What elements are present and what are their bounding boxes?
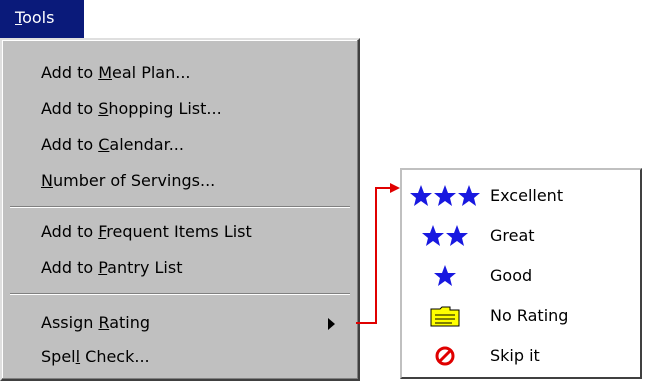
menu-separator <box>10 293 350 295</box>
menu-item-mnemonic: M <box>98 63 113 82</box>
rating-label: Good <box>490 266 533 285</box>
menu-item-text: ating <box>109 313 151 332</box>
arrowhead-icon <box>390 183 400 193</box>
menu-item-add-to-pantry-list[interactable]: Add to Pantry List <box>41 254 182 282</box>
three-stars-icon <box>410 180 480 212</box>
menu-item-text: Add to <box>41 258 99 277</box>
menu-item-add-to-meal-plan[interactable]: Add to Meal Plan... <box>41 59 191 87</box>
rating-option-skip-it[interactable]: Skip it <box>402 336 640 376</box>
menu-item-text: Add to <box>41 63 99 82</box>
tools-dropdown-menu: Add to Meal Plan... Add to Shopping List… <box>0 38 360 381</box>
no-entry-icon <box>410 340 480 372</box>
one-star-icon <box>410 260 480 292</box>
menu-tools[interactable]: Tools <box>0 0 84 38</box>
menu-item-text: Assign <box>41 313 99 332</box>
submenu-arrow-icon <box>328 318 335 330</box>
menu-item-text: umber of Servings... <box>52 171 216 190</box>
menu-tools-label: ools <box>22 8 55 27</box>
menu-item-text: requent Items List <box>106 222 252 241</box>
menu-item-text: Add to <box>41 99 99 118</box>
rating-label: Skip it <box>490 346 540 365</box>
menu-item-text: Add to <box>41 222 99 241</box>
menu-item-mnemonic: R <box>98 313 110 332</box>
rating-option-excellent[interactable]: Excellent <box>402 176 640 216</box>
rating-option-great[interactable]: Great <box>402 216 640 256</box>
menu-item-text: hopping List... <box>108 99 222 118</box>
folder-icon <box>410 300 480 332</box>
menu-item-text: antry List <box>107 258 183 277</box>
menu-item-add-to-shopping-list[interactable]: Add to Shopping List... <box>41 95 222 123</box>
rating-submenu: Excellent Great Good No Rating Skip it <box>400 168 642 379</box>
menu-tools-mnemonic: T <box>15 8 23 27</box>
menu-item-text: alendar... <box>109 135 184 154</box>
menu-item-assign-rating[interactable]: Assign Rating <box>41 309 150 337</box>
menu-item-text: eal Plan... <box>112 63 191 82</box>
rating-label: No Rating <box>490 306 569 325</box>
menu-item-number-of-servings[interactable]: Number of Servings... <box>41 167 215 195</box>
menu-item-text: Spel <box>41 347 76 366</box>
two-stars-icon <box>410 220 480 252</box>
menu-item-mnemonic: P <box>98 258 108 277</box>
connector-line <box>356 187 392 324</box>
menu-item-mnemonic: S <box>98 99 109 118</box>
rating-option-good[interactable]: Good <box>402 256 640 296</box>
rating-option-no-rating[interactable]: No Rating <box>402 296 640 336</box>
menu-item-spell-check[interactable]: Spell Check... <box>41 343 150 371</box>
menu-item-text: Check... <box>80 347 150 366</box>
menu-item-add-to-frequent-items-list[interactable]: Add to Frequent Items List <box>41 218 252 246</box>
menu-item-text: Add to <box>41 135 99 154</box>
rating-label: Great <box>490 226 535 245</box>
rating-label: Excellent <box>490 186 564 205</box>
menu-item-mnemonic: C <box>98 135 110 154</box>
menu-item-add-to-calendar[interactable]: Add to Calendar... <box>41 131 184 159</box>
menu-item-mnemonic: N <box>41 171 53 190</box>
menu-separator <box>10 206 350 208</box>
